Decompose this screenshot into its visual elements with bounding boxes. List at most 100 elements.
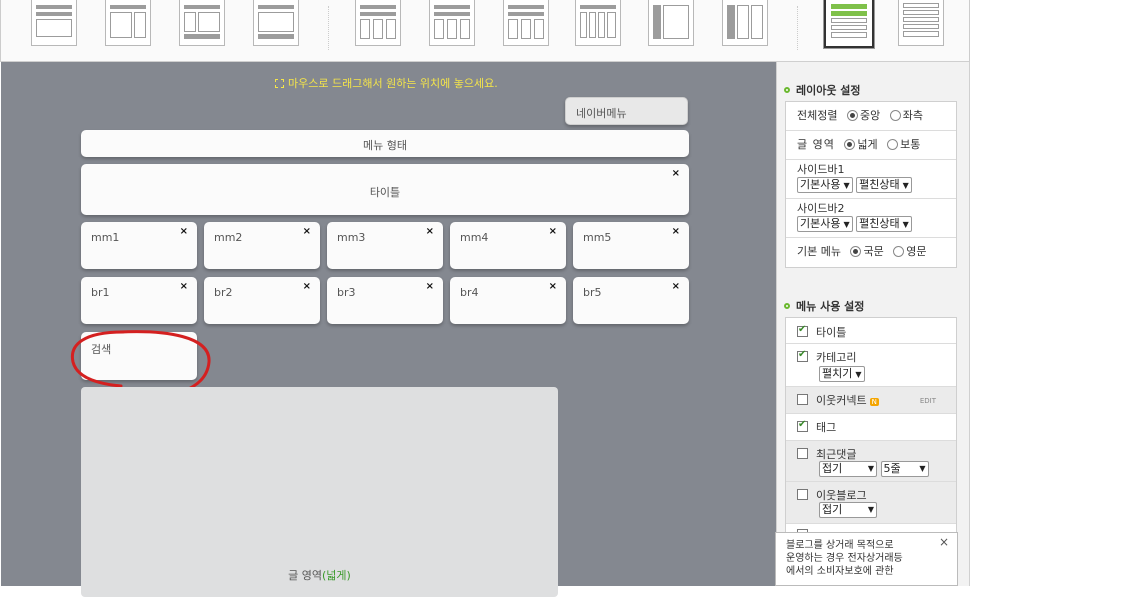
block-label: mm4 [460, 231, 489, 244]
content-normal-label: 보통 [900, 138, 921, 151]
block-br5[interactable]: br5 × [573, 277, 689, 324]
close-icon[interactable]: × [549, 226, 557, 237]
close-icon[interactable]: × [426, 281, 434, 292]
block-label: br4 [460, 286, 479, 299]
menu-neighbor-connect-row: 이웃커넥트 N EDIT [786, 387, 956, 414]
close-icon[interactable]: × [180, 226, 188, 237]
menu-settings-title: 메뉴 사용 설정 [796, 300, 865, 313]
block-label: br1 [91, 286, 110, 299]
layout-thumb-7[interactable] [503, 0, 549, 46]
settings-panel: 레이아웃 설정 전체정렬 중앙 좌측 글 영역 넓게 보통 사이드바1 기본사용… [776, 62, 970, 586]
category-menu-label: 카테고리 [816, 351, 857, 364]
sidebar2-label: 사이드바2 [797, 202, 845, 215]
align-left-radio[interactable] [889, 110, 901, 121]
drag-hint-text: 마우스로 드래그해서 원하는 위치에 놓으세요. [288, 77, 498, 90]
sidebar2-use-select[interactable]: 기본사용 ▼ [797, 216, 853, 232]
recent-comments-checkbox[interactable] [797, 448, 808, 459]
block-br1[interactable]: br1 × [81, 277, 197, 324]
close-icon[interactable]: × [549, 281, 557, 292]
content-wide-radio[interactable] [844, 139, 856, 150]
title-menu-label: 타이틀 [816, 326, 847, 339]
sidebar2-state-select[interactable]: 펼친상태 ▼ [856, 216, 912, 232]
layout-thumb-5[interactable] [355, 0, 401, 46]
tag-checkbox[interactable] [797, 419, 808, 432]
close-icon[interactable]: × [303, 226, 311, 237]
drag-hint: 마우스로 드래그해서 원하는 위치에 놓으세요. [275, 75, 498, 91]
article-area-label: 글 영역 [288, 569, 323, 582]
layout-thumb-8[interactable] [575, 0, 621, 46]
close-icon[interactable]: × [939, 536, 949, 549]
close-icon[interactable]: × [180, 281, 188, 292]
layout-thumb-11-selected[interactable] [824, 0, 874, 48]
category-checkbox[interactable] [797, 349, 808, 362]
close-icon[interactable]: × [672, 168, 680, 179]
sidebar1-use-select[interactable]: 기본사용 ▼ [797, 177, 853, 193]
close-icon[interactable]: × [303, 281, 311, 292]
recent-count-select[interactable]: 5줄 ▼ [880, 461, 929, 477]
sidebar2-row: 사이드바2 기본사용 ▼ 펼친상태 ▼ [786, 199, 956, 238]
commerce-notice-popup: × 블로그를 상거래 목적으로 운영하는 경우 전자상거래등 에서의 소비자보호… [775, 532, 958, 586]
menu-english-radio[interactable] [893, 246, 905, 257]
recent-fold-select[interactable]: 접기 ▼ [819, 461, 877, 477]
neighbor-blog-fold-select[interactable]: 접기 ▼ [819, 502, 877, 518]
layout-thumb-6[interactable] [429, 0, 475, 46]
layout-thumb-10[interactable] [722, 0, 768, 46]
block-mm2[interactable]: mm2 × [204, 222, 320, 269]
sidebar1-row: 사이드바1 기본사용 ▼ 펼친상태 ▼ [786, 160, 956, 199]
align-center-label: 중앙 [859, 109, 881, 122]
menu-settings-heading: 메뉴 사용 설정 [784, 298, 864, 314]
block-mm4[interactable]: mm4 × [450, 222, 566, 269]
title-block[interactable]: 타이틀 × [81, 164, 689, 215]
close-icon[interactable]: × [672, 281, 680, 292]
popup-line-1: 블로그를 상거래 목적으로 [786, 540, 894, 551]
layout-thumb-2[interactable] [105, 0, 151, 46]
block-br4[interactable]: br4 × [450, 277, 566, 324]
menu-recent-comments-row: 최근댓글 접기 ▼ 5줄 ▼ [786, 441, 956, 482]
tag-menu-label: 태그 [816, 421, 837, 434]
block-br3[interactable]: br3 × [327, 277, 443, 324]
base-menu-row: 기본 메뉴 국문 영문 [786, 238, 956, 267]
naver-menu-block[interactable]: 네이버메뉴 [565, 97, 688, 125]
block-label: mm5 [583, 231, 612, 244]
content-width-label: 글 영역 [797, 138, 835, 151]
content-width-row: 글 영역 넓게 보통 [786, 131, 956, 160]
block-br2[interactable]: br2 × [204, 277, 320, 324]
layout-settings-heading: 레이아웃 설정 [784, 82, 861, 98]
layout-canvas: 마우스로 드래그해서 원하는 위치에 놓으세요. 네이버메뉴 메뉴 형태 타이틀… [1, 62, 776, 597]
layout-thumb-12[interactable] [898, 0, 944, 46]
base-menu-label: 기본 메뉴 [797, 245, 841, 258]
article-area-size: (넓게) [322, 569, 351, 582]
layout-thumbnails-bar [0, 0, 970, 62]
layout-thumb-4[interactable] [253, 0, 299, 46]
menu-shape-block[interactable]: 메뉴 형태 [81, 130, 689, 157]
layout-thumb-3[interactable] [179, 0, 225, 46]
layout-settings-title: 레이아웃 설정 [796, 84, 861, 97]
menu-english-label: 영문 [906, 245, 927, 258]
popup-line-2: 운영하는 경우 전자상거래등 [786, 553, 903, 564]
layout-thumb-9[interactable] [648, 0, 694, 46]
title-checkbox[interactable] [797, 324, 808, 337]
menu-neighbor-blog-row: 이웃블로그 접기 ▼ [786, 482, 956, 524]
neighbor-connect-label: 이웃커넥트 [816, 394, 867, 407]
category-mode-select[interactable]: 펼치기 ▼ [819, 366, 865, 382]
close-icon[interactable]: × [672, 226, 680, 237]
menu-tag-row: 태그 [786, 414, 956, 441]
block-mm3[interactable]: mm3 × [327, 222, 443, 269]
align-center-radio[interactable] [846, 110, 858, 121]
content-normal-radio[interactable] [887, 139, 899, 150]
block-mm1[interactable]: mm1 × [81, 222, 197, 269]
menu-korean-radio[interactable] [850, 246, 862, 257]
sidebar1-label: 사이드바1 [797, 163, 845, 176]
neighbor-connect-checkbox[interactable] [797, 394, 808, 405]
block-label: mm3 [337, 231, 366, 244]
layout-thumb-1[interactable] [31, 0, 77, 46]
article-area[interactable]: 글 영역(넓게) [81, 387, 558, 597]
close-icon[interactable]: × [426, 226, 434, 237]
block-mm5[interactable]: mm5 × [573, 222, 689, 269]
sidebar1-state-select[interactable]: 펼친상태 ▼ [856, 177, 912, 193]
align-label: 전체정렬 [797, 109, 838, 122]
neighbor-blog-checkbox[interactable] [797, 489, 808, 500]
align-left-label: 좌측 [902, 109, 923, 122]
edit-link[interactable]: EDIT [920, 397, 936, 405]
menu-category-row: 카테고리 펼치기▼ [786, 344, 956, 387]
